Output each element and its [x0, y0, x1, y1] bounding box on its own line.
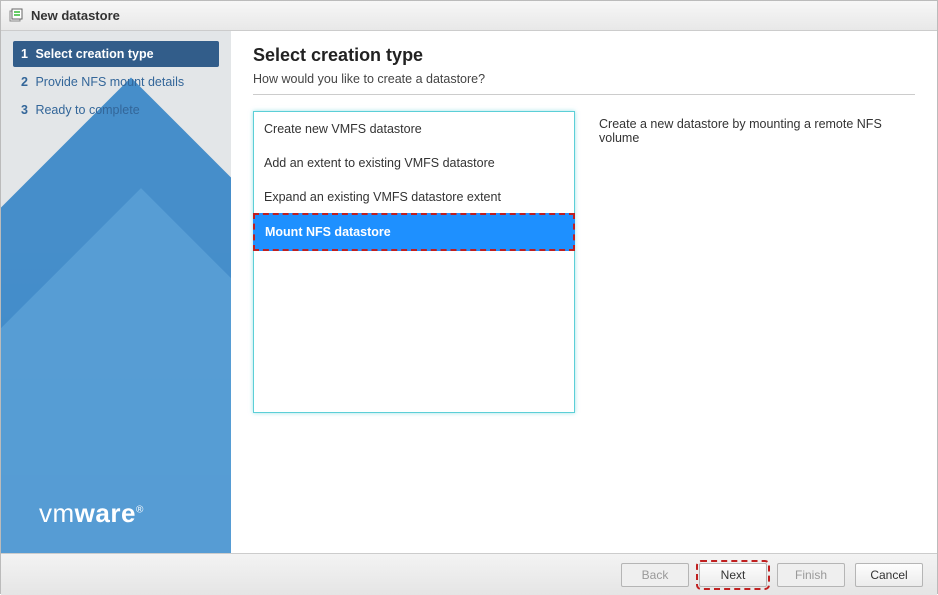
creation-type-list[interactable]: Create new VMFS datastore Add an extent … [253, 111, 575, 413]
vmware-logo: vmware® [39, 498, 144, 529]
step-number: 2 [21, 75, 28, 89]
window-title: New datastore [31, 8, 120, 23]
step-label: Ready to complete [35, 103, 139, 117]
option-create-vmfs[interactable]: Create new VMFS datastore [254, 112, 574, 146]
next-button[interactable]: Next [699, 563, 767, 587]
wizard-body: 1 Select creation type 2 Provide NFS mou… [1, 31, 937, 553]
wizard-steps: 1 Select creation type 2 Provide NFS mou… [1, 31, 231, 135]
step-select-creation-type[interactable]: 1 Select creation type [13, 41, 219, 67]
option-add-extent[interactable]: Add an extent to existing VMFS datastore [254, 146, 574, 180]
finish-button: Finish [777, 563, 845, 587]
datastore-icon [9, 8, 25, 24]
page-title: Select creation type [253, 45, 915, 66]
option-mount-nfs[interactable]: Mount NFS datastore [253, 213, 575, 251]
step-provide-nfs-mount-details[interactable]: 2 Provide NFS mount details [13, 69, 219, 95]
cancel-button[interactable]: Cancel [855, 563, 923, 587]
wizard-footer: Back Next Finish Cancel [1, 553, 937, 595]
step-label: Provide NFS mount details [35, 75, 184, 89]
titlebar: New datastore [1, 1, 937, 31]
option-description: Create a new datastore by mounting a rem… [599, 111, 915, 413]
step-number: 1 [21, 47, 28, 61]
sidebar: 1 Select creation type 2 Provide NFS mou… [1, 31, 231, 553]
back-button: Back [621, 563, 689, 587]
step-ready-to-complete[interactable]: 3 Ready to complete [13, 97, 219, 123]
main-panel: Select creation type How would you like … [231, 31, 937, 553]
option-expand-extent[interactable]: Expand an existing VMFS datastore extent [254, 180, 574, 214]
page-subtitle: How would you like to create a datastore… [253, 72, 915, 95]
step-number: 3 [21, 103, 28, 117]
step-label: Select creation type [35, 47, 153, 61]
